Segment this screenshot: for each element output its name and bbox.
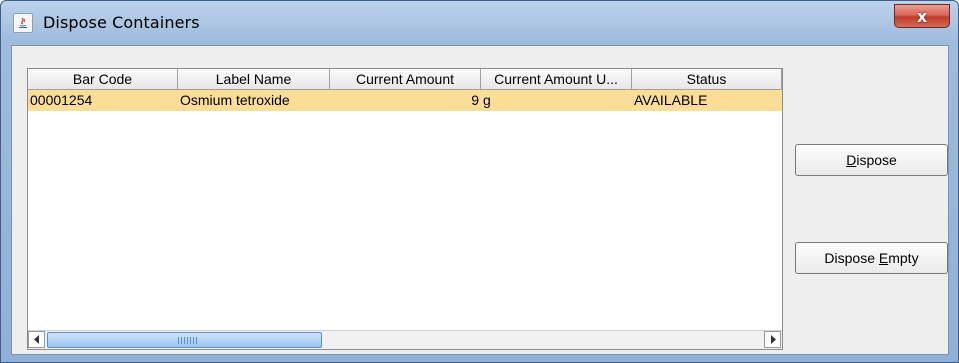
- column-header-current-amount[interactable]: Current Amount: [330, 69, 481, 89]
- containers-table[interactable]: Bar Code Label Name Current Amount Curre…: [27, 68, 783, 350]
- cell-label-name: Osmium tetroxide: [180, 92, 290, 108]
- table-row[interactable]: 00001254 Osmium tetroxide 9 g AVAILABLE: [28, 90, 782, 111]
- column-header-current-amount-unit[interactable]: Current Amount U...: [481, 69, 632, 89]
- cell-current-amount-unit: g: [483, 92, 491, 108]
- scroll-right-button[interactable]: [764, 331, 781, 348]
- grip-icon: [178, 337, 198, 344]
- cell-status: AVAILABLE: [634, 92, 708, 108]
- dispose-empty-button[interactable]: Dispose Empty: [795, 242, 948, 274]
- column-header-label-name[interactable]: Label Name: [178, 69, 330, 89]
- scroll-left-button[interactable]: [28, 331, 45, 348]
- window-title: Dispose Containers: [43, 13, 200, 32]
- arrow-right-icon: [770, 335, 776, 344]
- close-icon: x: [916, 6, 928, 26]
- java-icon[interactable]: [13, 13, 33, 33]
- dispose-containers-window: Dispose Containers x Bar Code Label Name…: [0, 0, 959, 363]
- arrow-left-icon: [33, 335, 39, 344]
- column-header-status[interactable]: Status: [632, 69, 782, 89]
- column-header-bar-code[interactable]: Bar Code: [28, 69, 178, 89]
- client-area: Bar Code Label Name Current Amount Curre…: [11, 45, 949, 355]
- close-button[interactable]: x: [894, 4, 950, 28]
- scroll-thumb[interactable]: [47, 332, 322, 348]
- dispose-button[interactable]: Dispose: [795, 144, 948, 176]
- cell-current-amount: 9: [471, 92, 479, 108]
- title-bar[interactable]: Dispose Containers x: [1, 1, 958, 45]
- horizontal-scrollbar[interactable]: [28, 330, 782, 349]
- table-header: Bar Code Label Name Current Amount Curre…: [28, 69, 782, 90]
- cell-bar-code: 00001254: [30, 92, 93, 108]
